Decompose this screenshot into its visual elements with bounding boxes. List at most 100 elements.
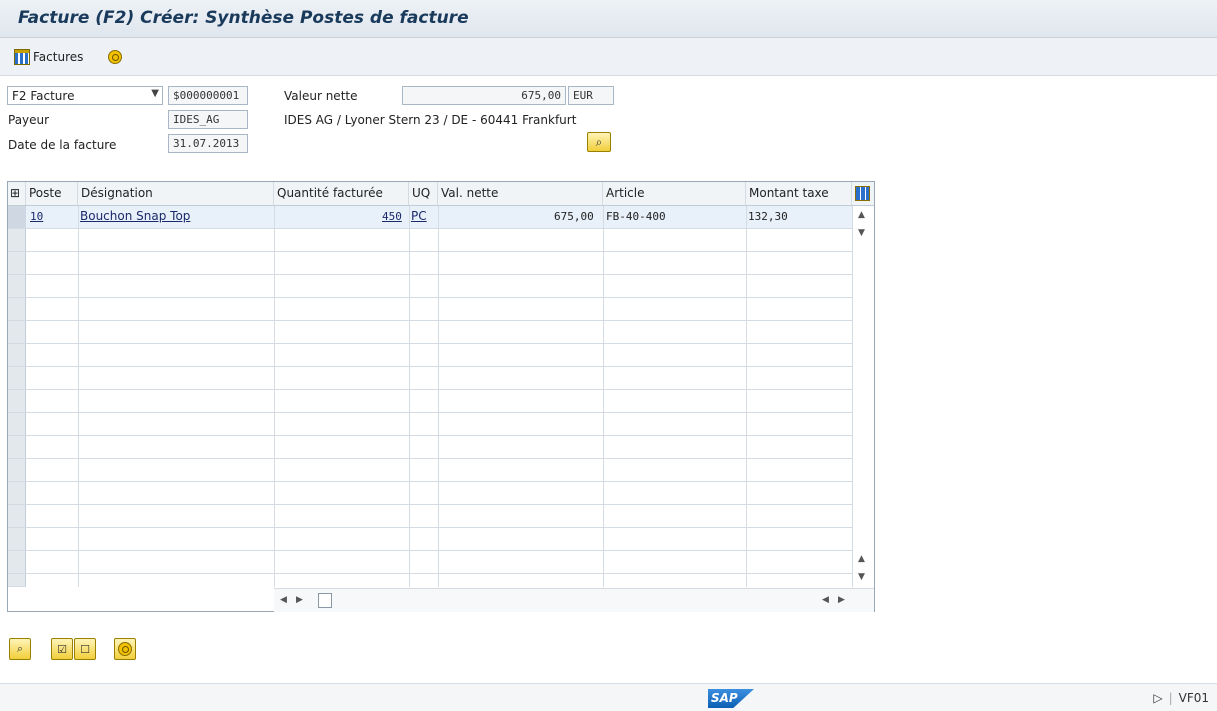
status-bar: SAP ▷ | VF01: [0, 683, 1217, 711]
row-selector-column: [8, 206, 26, 587]
table-row[interactable]: [26, 482, 852, 505]
table-row[interactable]: [26, 275, 852, 298]
title-bar: Facture (F2) Créer: Synthèse Postes de f…: [0, 0, 1217, 38]
row-selector[interactable]: [8, 390, 26, 413]
poste-cell[interactable]: 10: [30, 210, 43, 223]
table-row[interactable]: [26, 551, 852, 574]
document-flow-icon: [108, 50, 122, 64]
invoice-date-label: Date de la facture: [8, 138, 117, 152]
table-row[interactable]: [26, 505, 852, 528]
uq-cell[interactable]: PC: [411, 209, 427, 223]
table-row[interactable]: [26, 390, 852, 413]
net-value-field[interactable]: 675,00: [402, 86, 566, 105]
scroll-page-up-icon[interactable]: ▲: [858, 554, 865, 564]
display-document-flow-button[interactable]: [108, 47, 122, 67]
table-row[interactable]: [26, 321, 852, 344]
vertical-scrollbar[interactable]: ▲ ▼ ▲ ▼: [852, 206, 874, 587]
row-selector[interactable]: [8, 298, 26, 321]
column-uq[interactable]: UQ: [409, 182, 438, 205]
row-selector[interactable]: [8, 275, 26, 298]
list-icon: [14, 49, 30, 65]
val-nette-cell: 675,00: [554, 210, 594, 223]
table-row[interactable]: [26, 436, 852, 459]
row-selector[interactable]: [8, 505, 26, 528]
row-selector[interactable]: [8, 321, 26, 344]
column-divider: [438, 206, 439, 587]
scroll-thumb[interactable]: [318, 593, 332, 608]
horizontal-scrollbar-right[interactable]: ◀ ▶: [603, 588, 874, 612]
scroll-right-icon[interactable]: ▶: [296, 595, 303, 605]
row-selector[interactable]: [8, 482, 26, 505]
deselect-all-icon: ☐: [80, 642, 90, 656]
magnifier-icon: ⌕: [16, 642, 24, 655]
scroll-left-icon[interactable]: ◀: [280, 595, 287, 605]
column-poste[interactable]: Poste: [26, 182, 78, 205]
deselect-all-button[interactable]: ☐: [74, 638, 96, 660]
items-table: ⊞ Poste Désignation Quantité facturée UQ…: [7, 181, 875, 612]
currency-field[interactable]: EUR: [568, 86, 614, 105]
column-divider: [78, 206, 79, 587]
row-selector[interactable]: [8, 574, 26, 587]
column-montant-taxe[interactable]: Montant taxe: [746, 182, 852, 205]
row-selector[interactable]: [8, 436, 26, 459]
row-selector[interactable]: [8, 252, 26, 275]
select-all-icon[interactable]: ⊞: [8, 182, 26, 205]
row-selector[interactable]: [8, 344, 26, 367]
column-divider: [274, 206, 275, 587]
document-type-select[interactable]: F2 Facture ▼: [7, 86, 163, 105]
designation-cell[interactable]: Bouchon Snap Top: [80, 209, 190, 223]
scroll-right-icon[interactable]: ▶: [838, 595, 845, 605]
table-row[interactable]: [26, 528, 852, 551]
play-icon[interactable]: ▷: [1153, 691, 1162, 705]
article-cell: FB-40-400: [606, 210, 666, 223]
row-selector[interactable]: [8, 459, 26, 482]
document-number-field[interactable]: $000000001: [168, 86, 248, 105]
table-row[interactable]: [26, 459, 852, 482]
table-row[interactable]: [26, 367, 852, 390]
scroll-left-icon[interactable]: ◀: [822, 595, 829, 605]
select-all-button[interactable]: ☑: [51, 638, 73, 660]
magnifier-icon: ⌕: [595, 134, 603, 149]
column-val-nette[interactable]: Val. nette: [438, 182, 603, 205]
sap-logo: SAP: [708, 689, 754, 708]
table-row[interactable]: [26, 229, 852, 252]
column-designation[interactable]: Désignation: [78, 182, 274, 205]
quantite-cell[interactable]: 450: [382, 210, 402, 223]
invoice-date-field[interactable]: 31.07.2013: [168, 134, 248, 153]
factures-button[interactable]: Factures: [14, 47, 83, 67]
column-divider: [603, 206, 604, 587]
row-selector[interactable]: [8, 551, 26, 574]
factures-label: Factures: [33, 50, 84, 64]
transaction-code: VF01: [1178, 691, 1209, 705]
scroll-up-icon[interactable]: ▲: [858, 210, 865, 220]
system-info[interactable]: ▷ | VF01: [1153, 691, 1209, 705]
chevron-down-icon: ▼: [151, 88, 159, 99]
table-row[interactable]: [26, 298, 852, 321]
scroll-page-down-icon[interactable]: ▼: [858, 572, 865, 582]
row-selector[interactable]: [8, 528, 26, 551]
table-header: ⊞ Poste Désignation Quantité facturée UQ…: [8, 182, 874, 206]
row-selector[interactable]: [8, 413, 26, 436]
application-toolbar: Factures: [0, 38, 1217, 76]
horizontal-scrollbar-left[interactable]: ◀ ▶: [274, 588, 603, 612]
column-quantite[interactable]: Quantité facturée: [274, 182, 409, 205]
table-row[interactable]: [26, 252, 852, 275]
row-selector[interactable]: [8, 229, 26, 252]
scroll-down-icon[interactable]: ▼: [858, 228, 865, 238]
document-flow-button[interactable]: [114, 638, 136, 660]
partner-details-button[interactable]: ⌕: [587, 132, 611, 152]
table-row[interactable]: 10 Bouchon Snap Top 450 PC 675,00 FB-40-…: [26, 206, 852, 229]
row-selector[interactable]: [8, 206, 26, 229]
column-article[interactable]: Article: [603, 182, 746, 205]
item-detail-button[interactable]: ⌕: [9, 638, 31, 660]
row-selector[interactable]: [8, 367, 26, 390]
table-row[interactable]: [26, 344, 852, 367]
table-row[interactable]: [26, 413, 852, 436]
document-flow-icon: [118, 642, 132, 656]
payer-field[interactable]: IDES_AG: [168, 110, 248, 129]
payer-address: IDES AG / Lyoner Stern 23 / DE - 60441 F…: [284, 113, 577, 127]
net-value-label: Valeur nette: [284, 89, 358, 103]
divider: |: [1168, 691, 1173, 705]
table-settings-icon[interactable]: [855, 186, 870, 201]
window-title: Facture (F2) Créer: Synthèse Postes de f…: [18, 8, 469, 28]
